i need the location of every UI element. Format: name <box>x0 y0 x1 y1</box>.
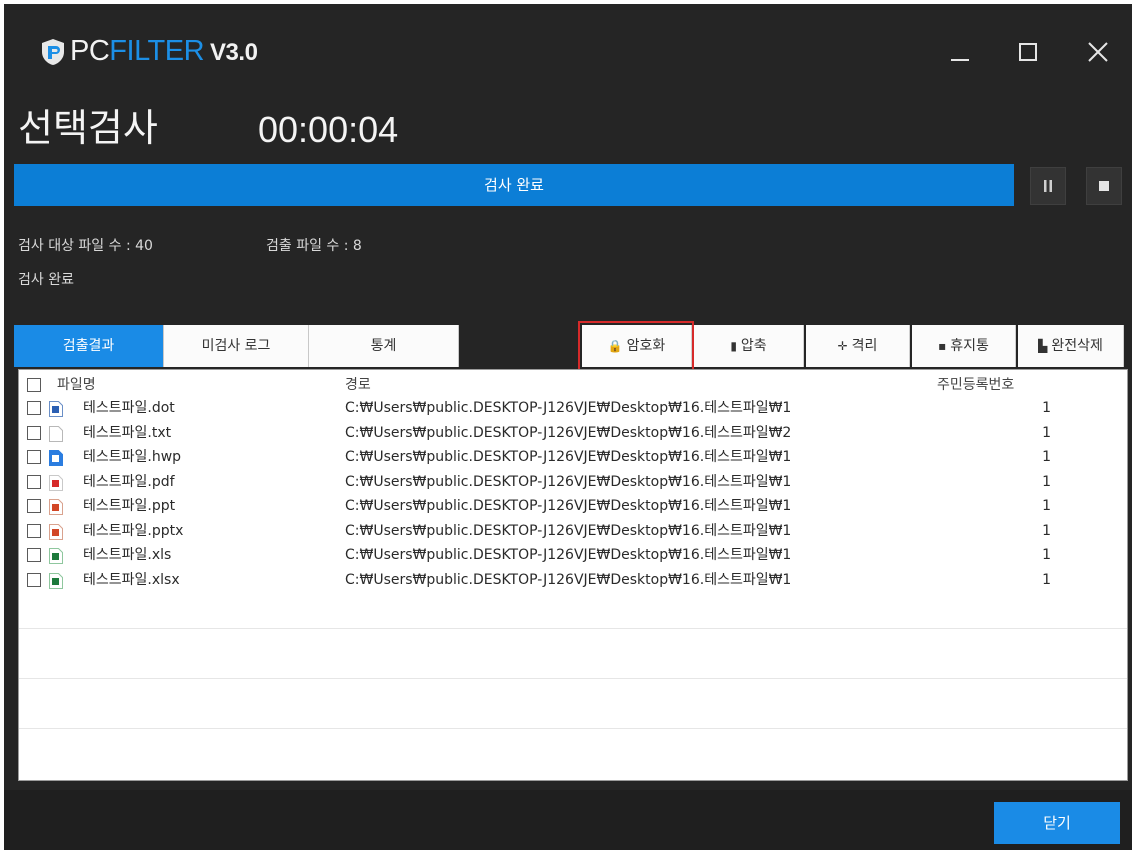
footer-bar <box>4 790 1132 850</box>
rrn-count: 1 <box>1042 424 1051 441</box>
file-path: C:₩Users₩public.DESKTOP-J126VJE₩Desktop₩… <box>345 449 792 465</box>
close-icon[interactable] <box>1078 32 1118 72</box>
table-row[interactable]: 테스트파일.pdf C:₩Users₩public.DESKTOP-J126VJE… <box>19 471 1127 495</box>
xlsx-file-icon <box>49 572 63 589</box>
trash-label: 휴지통 <box>950 338 989 354</box>
row-checkbox[interactable] <box>27 572 41 587</box>
file-path: C:₩Users₩public.DESKTOP-J126VJE₩Desktop₩… <box>345 473 792 490</box>
scan-status: 검사 완료 <box>18 272 74 288</box>
shred-icon: ▙ <box>1038 339 1048 353</box>
shield-logo-icon <box>42 39 64 65</box>
column-filename[interactable]: 파일명 <box>57 374 96 396</box>
target-file-count: 검사 대상 파일 수 : 40 <box>18 238 153 254</box>
rrn-count: 1 <box>1042 449 1051 465</box>
row-checkbox[interactable] <box>27 401 41 415</box>
permanent-delete-button[interactable]: ▙ 완전삭제 <box>1018 325 1124 367</box>
pdf-file-icon <box>49 474 63 491</box>
rrn-count: 1 <box>1042 473 1051 490</box>
xls-file-icon <box>49 548 63 564</box>
detected-file-count: 검출 파일 수 : 8 <box>266 238 362 254</box>
row-checkbox[interactable] <box>27 548 41 562</box>
rrn-count: 1 <box>1042 498 1051 514</box>
table-row[interactable]: 테스트파일.txt C:₩Users₩public.DESKTOP-J126VJE… <box>19 422 1127 446</box>
file-path: C:₩Users₩public.DESKTOP-J126VJE₩Desktop₩… <box>345 522 792 539</box>
divider <box>19 728 1127 729</box>
file-name: 테스트파일.xlsx <box>83 571 180 588</box>
file-name: 테스트파일.pptx <box>83 522 184 539</box>
move-icon: ✛ <box>837 339 848 353</box>
select-all-checkbox[interactable] <box>27 378 41 392</box>
encrypt-button[interactable]: 🔒 암호화 <box>582 325 692 367</box>
row-checkbox[interactable] <box>27 474 41 489</box>
file-name: 테스트파일.hwp <box>83 449 182 465</box>
table-row[interactable]: 테스트파일.xls C:₩Users₩public.DESKTOP-J126VJE… <box>19 544 1127 568</box>
app-brand: PCFILTER V3.0 <box>70 34 258 70</box>
pcfilter-window: PCFILTER V3.0 선택검사 00:00:04 검사 완료 검사 대상 파… <box>4 4 1132 850</box>
encrypt-label: 암호화 <box>626 338 666 354</box>
file-path: C:₩Users₩public.DESKTOP-J126VJE₩Desktop₩… <box>345 571 792 588</box>
table-row[interactable]: 테스트파일.ppt C:₩Users₩public.DESKTOP-J126VJE… <box>19 495 1127 519</box>
file-name: 테스트파일.ppt <box>83 498 176 514</box>
file-path: C:₩Users₩public.DESKTOP-J126VJE₩Desktop₩… <box>345 400 792 416</box>
trash-icon: ▪ <box>938 339 947 353</box>
stop-icon <box>1099 181 1109 191</box>
file-name: 테스트파일.dot <box>83 400 175 416</box>
compress-button[interactable]: ▮ 압축 <box>694 325 804 367</box>
tab-statistics[interactable]: 통계 <box>309 325 459 367</box>
tab-detection-results[interactable]: 검출결과 <box>14 325 164 367</box>
permanent-delete-label: 완전삭제 <box>1051 338 1103 354</box>
tab-unscanned-log[interactable]: 미검사 로그 <box>164 325 309 367</box>
progress-label: 검사 완료 <box>484 176 544 194</box>
file-path: C:₩Users₩public.DESKTOP-J126VJE₩Desktop₩… <box>345 424 792 441</box>
lock-icon: 🔒 <box>607 339 623 353</box>
table-header: 파일명 경로 주민등록번호 <box>19 374 1127 398</box>
maximize-icon[interactable] <box>1008 32 1048 72</box>
file-name: 테스트파일.pdf <box>83 473 175 490</box>
table-row[interactable]: 테스트파일.xlsx C:₩Users₩public.DESKTOP-J126VJ… <box>19 569 1127 593</box>
divider <box>19 628 1127 629</box>
rrn-count: 1 <box>1042 547 1051 563</box>
word-template-icon <box>49 401 63 417</box>
elapsed-time: 00:00:04 <box>258 109 399 150</box>
rrn-count: 1 <box>1042 571 1051 588</box>
archive-icon: ▮ <box>730 339 737 353</box>
rrn-count: 1 <box>1042 400 1051 416</box>
isolate-button[interactable]: ✛ 격리 <box>806 325 910 367</box>
rrn-count: 1 <box>1042 522 1051 539</box>
divider <box>19 678 1127 679</box>
table-row[interactable]: 테스트파일.dot C:₩Users₩public.DESKTOP-J126VJE… <box>19 397 1127 421</box>
trash-button[interactable]: ▪ 휴지통 <box>912 325 1016 367</box>
ppt-file-icon <box>49 499 63 515</box>
file-name: 테스트파일.xls <box>83 547 172 563</box>
app-version: V3.0 <box>210 39 258 66</box>
row-checkbox[interactable] <box>27 499 41 513</box>
scan-mode-title: 선택검사 <box>18 106 158 150</box>
compress-label: 압축 <box>740 338 767 354</box>
column-path[interactable]: 경로 <box>345 374 371 396</box>
row-checkbox[interactable] <box>27 523 41 538</box>
minimize-icon[interactable] <box>940 32 980 72</box>
scan-progress-bar: 검사 완료 <box>14 164 1014 206</box>
hwp-file-icon <box>49 450 63 466</box>
row-checkbox[interactable] <box>27 425 41 440</box>
row-checkbox[interactable] <box>27 450 41 464</box>
column-rrn[interactable]: 주민등록번호 <box>937 374 1014 396</box>
file-path: C:₩Users₩public.DESKTOP-J126VJE₩Desktop₩… <box>345 547 792 563</box>
isolate-label: 격리 <box>851 338 878 354</box>
title-bar: PCFILTER V3.0 <box>4 4 1132 92</box>
brand-filter: FILTER <box>109 35 205 67</box>
close-button[interactable]: 닫기 <box>994 802 1120 844</box>
pptx-file-icon <box>49 523 63 540</box>
file-path: C:₩Users₩public.DESKTOP-J126VJE₩Desktop₩… <box>345 498 792 514</box>
file-name: 테스트파일.txt <box>83 424 172 441</box>
table-row[interactable]: 테스트파일.hwp C:₩Users₩public.DESKTOP-J126VJE… <box>19 446 1127 470</box>
table-row[interactable]: 테스트파일.pptx C:₩Users₩public.DESKTOP-J126VJ… <box>19 520 1127 544</box>
pause-icon <box>1044 180 1052 192</box>
pause-button[interactable] <box>1030 167 1066 205</box>
stop-button[interactable] <box>1086 167 1122 205</box>
text-file-icon <box>49 425 63 442</box>
results-table: 파일명 경로 주민등록번호 테스트파일.dot C:₩Users₩public.D… <box>18 369 1128 781</box>
brand-pc: PC <box>70 35 110 67</box>
